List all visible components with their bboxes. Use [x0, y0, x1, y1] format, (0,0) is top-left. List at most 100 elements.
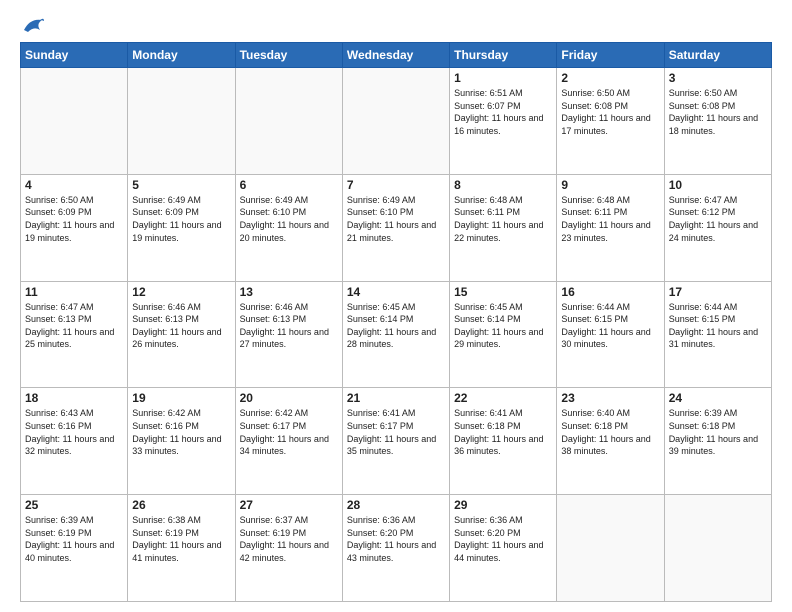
day-info: Sunrise: 6:42 AM Sunset: 6:16 PM Dayligh…: [132, 407, 230, 457]
col-header-wednesday: Wednesday: [342, 43, 449, 68]
day-info: Sunrise: 6:50 AM Sunset: 6:08 PM Dayligh…: [669, 87, 767, 137]
day-cell: 28 Sunrise: 6:36 AM Sunset: 6:20 PM Dayli…: [342, 495, 449, 602]
day-info: Sunrise: 6:41 AM Sunset: 6:17 PM Dayligh…: [347, 407, 445, 457]
logo: [20, 16, 44, 34]
day-number: 2: [561, 71, 659, 85]
day-info: Sunrise: 6:49 AM Sunset: 6:10 PM Dayligh…: [347, 194, 445, 244]
day-number: 26: [132, 498, 230, 512]
day-number: 20: [240, 391, 338, 405]
day-cell: 16 Sunrise: 6:44 AM Sunset: 6:15 PM Dayli…: [557, 281, 664, 388]
day-info: Sunrise: 6:36 AM Sunset: 6:20 PM Dayligh…: [454, 514, 552, 564]
day-cell: 23 Sunrise: 6:40 AM Sunset: 6:18 PM Dayli…: [557, 388, 664, 495]
day-cell: [664, 495, 771, 602]
day-cell: [235, 68, 342, 175]
day-number: 27: [240, 498, 338, 512]
day-info: Sunrise: 6:47 AM Sunset: 6:13 PM Dayligh…: [25, 301, 123, 351]
day-cell: 3 Sunrise: 6:50 AM Sunset: 6:08 PM Daylig…: [664, 68, 771, 175]
day-cell: 10 Sunrise: 6:47 AM Sunset: 6:12 PM Dayli…: [664, 174, 771, 281]
calendar-header-row: SundayMondayTuesdayWednesdayThursdayFrid…: [21, 43, 772, 68]
day-number: 23: [561, 391, 659, 405]
week-row-0: 1Sunrise: 6:51 AM Sunset: 6:07 PM Daylig…: [21, 68, 772, 175]
day-number: 17: [669, 285, 767, 299]
day-cell: 20 Sunrise: 6:42 AM Sunset: 6:17 PM Dayli…: [235, 388, 342, 495]
day-cell: [128, 68, 235, 175]
day-cell: 17 Sunrise: 6:44 AM Sunset: 6:15 PM Dayli…: [664, 281, 771, 388]
day-cell: 24Sunrise: 6:39 AM Sunset: 6:18 PM Dayli…: [664, 388, 771, 495]
day-cell: 25 Sunrise: 6:39 AM Sunset: 6:19 PM Dayli…: [21, 495, 128, 602]
col-header-monday: Monday: [128, 43, 235, 68]
day-cell: 11 Sunrise: 6:47 AM Sunset: 6:13 PM Dayli…: [21, 281, 128, 388]
day-cell: [21, 68, 128, 175]
day-number: 11: [25, 285, 123, 299]
day-info: Sunrise: 6:45 AM Sunset: 6:14 PM Dayligh…: [347, 301, 445, 351]
day-number: 7: [347, 178, 445, 192]
day-number: 21: [347, 391, 445, 405]
day-cell: 18Sunrise: 6:43 AM Sunset: 6:16 PM Dayli…: [21, 388, 128, 495]
day-number: 3: [669, 71, 767, 85]
day-cell: 9 Sunrise: 6:48 AM Sunset: 6:11 PM Daylig…: [557, 174, 664, 281]
day-info: Sunrise: 6:44 AM Sunset: 6:15 PM Dayligh…: [669, 301, 767, 351]
day-cell: 21 Sunrise: 6:41 AM Sunset: 6:17 PM Dayli…: [342, 388, 449, 495]
day-cell: 7 Sunrise: 6:49 AM Sunset: 6:10 PM Daylig…: [342, 174, 449, 281]
day-number: 5: [132, 178, 230, 192]
day-number: 4: [25, 178, 123, 192]
day-info: Sunrise: 6:48 AM Sunset: 6:11 PM Dayligh…: [454, 194, 552, 244]
day-cell: [557, 495, 664, 602]
logo-bird-icon: [22, 16, 44, 34]
day-info: Sunrise: 6:48 AM Sunset: 6:11 PM Dayligh…: [561, 194, 659, 244]
day-info: Sunrise: 6:42 AM Sunset: 6:17 PM Dayligh…: [240, 407, 338, 457]
day-number: 12: [132, 285, 230, 299]
day-info: Sunrise: 6:44 AM Sunset: 6:15 PM Dayligh…: [561, 301, 659, 351]
day-cell: 6 Sunrise: 6:49 AM Sunset: 6:10 PM Daylig…: [235, 174, 342, 281]
day-number: 14: [347, 285, 445, 299]
day-info: Sunrise: 6:36 AM Sunset: 6:20 PM Dayligh…: [347, 514, 445, 564]
day-number: 28: [347, 498, 445, 512]
day-number: 6: [240, 178, 338, 192]
day-info: Sunrise: 6:47 AM Sunset: 6:12 PM Dayligh…: [669, 194, 767, 244]
col-header-friday: Friday: [557, 43, 664, 68]
day-number: 29: [454, 498, 552, 512]
day-info: Sunrise: 6:46 AM Sunset: 6:13 PM Dayligh…: [132, 301, 230, 351]
day-info: Sunrise: 6:49 AM Sunset: 6:10 PM Dayligh…: [240, 194, 338, 244]
day-number: 10: [669, 178, 767, 192]
day-info: Sunrise: 6:41 AM Sunset: 6:18 PM Dayligh…: [454, 407, 552, 457]
day-number: 22: [454, 391, 552, 405]
calendar-table: SundayMondayTuesdayWednesdayThursdayFrid…: [20, 42, 772, 602]
day-number: 19: [132, 391, 230, 405]
col-header-sunday: Sunday: [21, 43, 128, 68]
day-info: Sunrise: 6:39 AM Sunset: 6:18 PM Dayligh…: [669, 407, 767, 457]
day-info: Sunrise: 6:39 AM Sunset: 6:19 PM Dayligh…: [25, 514, 123, 564]
day-cell: 4Sunrise: 6:50 AM Sunset: 6:09 PM Daylig…: [21, 174, 128, 281]
day-info: Sunrise: 6:40 AM Sunset: 6:18 PM Dayligh…: [561, 407, 659, 457]
header: [20, 16, 772, 34]
week-row-3: 18Sunrise: 6:43 AM Sunset: 6:16 PM Dayli…: [21, 388, 772, 495]
day-info: Sunrise: 6:46 AM Sunset: 6:13 PM Dayligh…: [240, 301, 338, 351]
day-info: Sunrise: 6:50 AM Sunset: 6:08 PM Dayligh…: [561, 87, 659, 137]
col-header-thursday: Thursday: [450, 43, 557, 68]
week-row-4: 25 Sunrise: 6:39 AM Sunset: 6:19 PM Dayli…: [21, 495, 772, 602]
day-cell: 14 Sunrise: 6:45 AM Sunset: 6:14 PM Dayli…: [342, 281, 449, 388]
day-cell: 19 Sunrise: 6:42 AM Sunset: 6:16 PM Dayli…: [128, 388, 235, 495]
day-number: 15: [454, 285, 552, 299]
day-cell: 26 Sunrise: 6:38 AM Sunset: 6:19 PM Dayli…: [128, 495, 235, 602]
day-cell: 2 Sunrise: 6:50 AM Sunset: 6:08 PM Daylig…: [557, 68, 664, 175]
day-number: 8: [454, 178, 552, 192]
day-number: 16: [561, 285, 659, 299]
day-cell: 27 Sunrise: 6:37 AM Sunset: 6:19 PM Dayli…: [235, 495, 342, 602]
day-info: Sunrise: 6:43 AM Sunset: 6:16 PM Dayligh…: [25, 407, 123, 457]
day-info: Sunrise: 6:38 AM Sunset: 6:19 PM Dayligh…: [132, 514, 230, 564]
day-cell: 5Sunrise: 6:49 AM Sunset: 6:09 PM Daylig…: [128, 174, 235, 281]
day-number: 25: [25, 498, 123, 512]
day-cell: 12 Sunrise: 6:46 AM Sunset: 6:13 PM Dayli…: [128, 281, 235, 388]
page: SundayMondayTuesdayWednesdayThursdayFrid…: [0, 0, 792, 612]
day-cell: 1Sunrise: 6:51 AM Sunset: 6:07 PM Daylig…: [450, 68, 557, 175]
day-info: Sunrise: 6:37 AM Sunset: 6:19 PM Dayligh…: [240, 514, 338, 564]
day-number: 13: [240, 285, 338, 299]
week-row-2: 11 Sunrise: 6:47 AM Sunset: 6:13 PM Dayli…: [21, 281, 772, 388]
day-number: 9: [561, 178, 659, 192]
day-cell: 22 Sunrise: 6:41 AM Sunset: 6:18 PM Dayli…: [450, 388, 557, 495]
col-header-tuesday: Tuesday: [235, 43, 342, 68]
day-cell: 15 Sunrise: 6:45 AM Sunset: 6:14 PM Dayli…: [450, 281, 557, 388]
week-row-1: 4Sunrise: 6:50 AM Sunset: 6:09 PM Daylig…: [21, 174, 772, 281]
day-info: Sunrise: 6:45 AM Sunset: 6:14 PM Dayligh…: [454, 301, 552, 351]
